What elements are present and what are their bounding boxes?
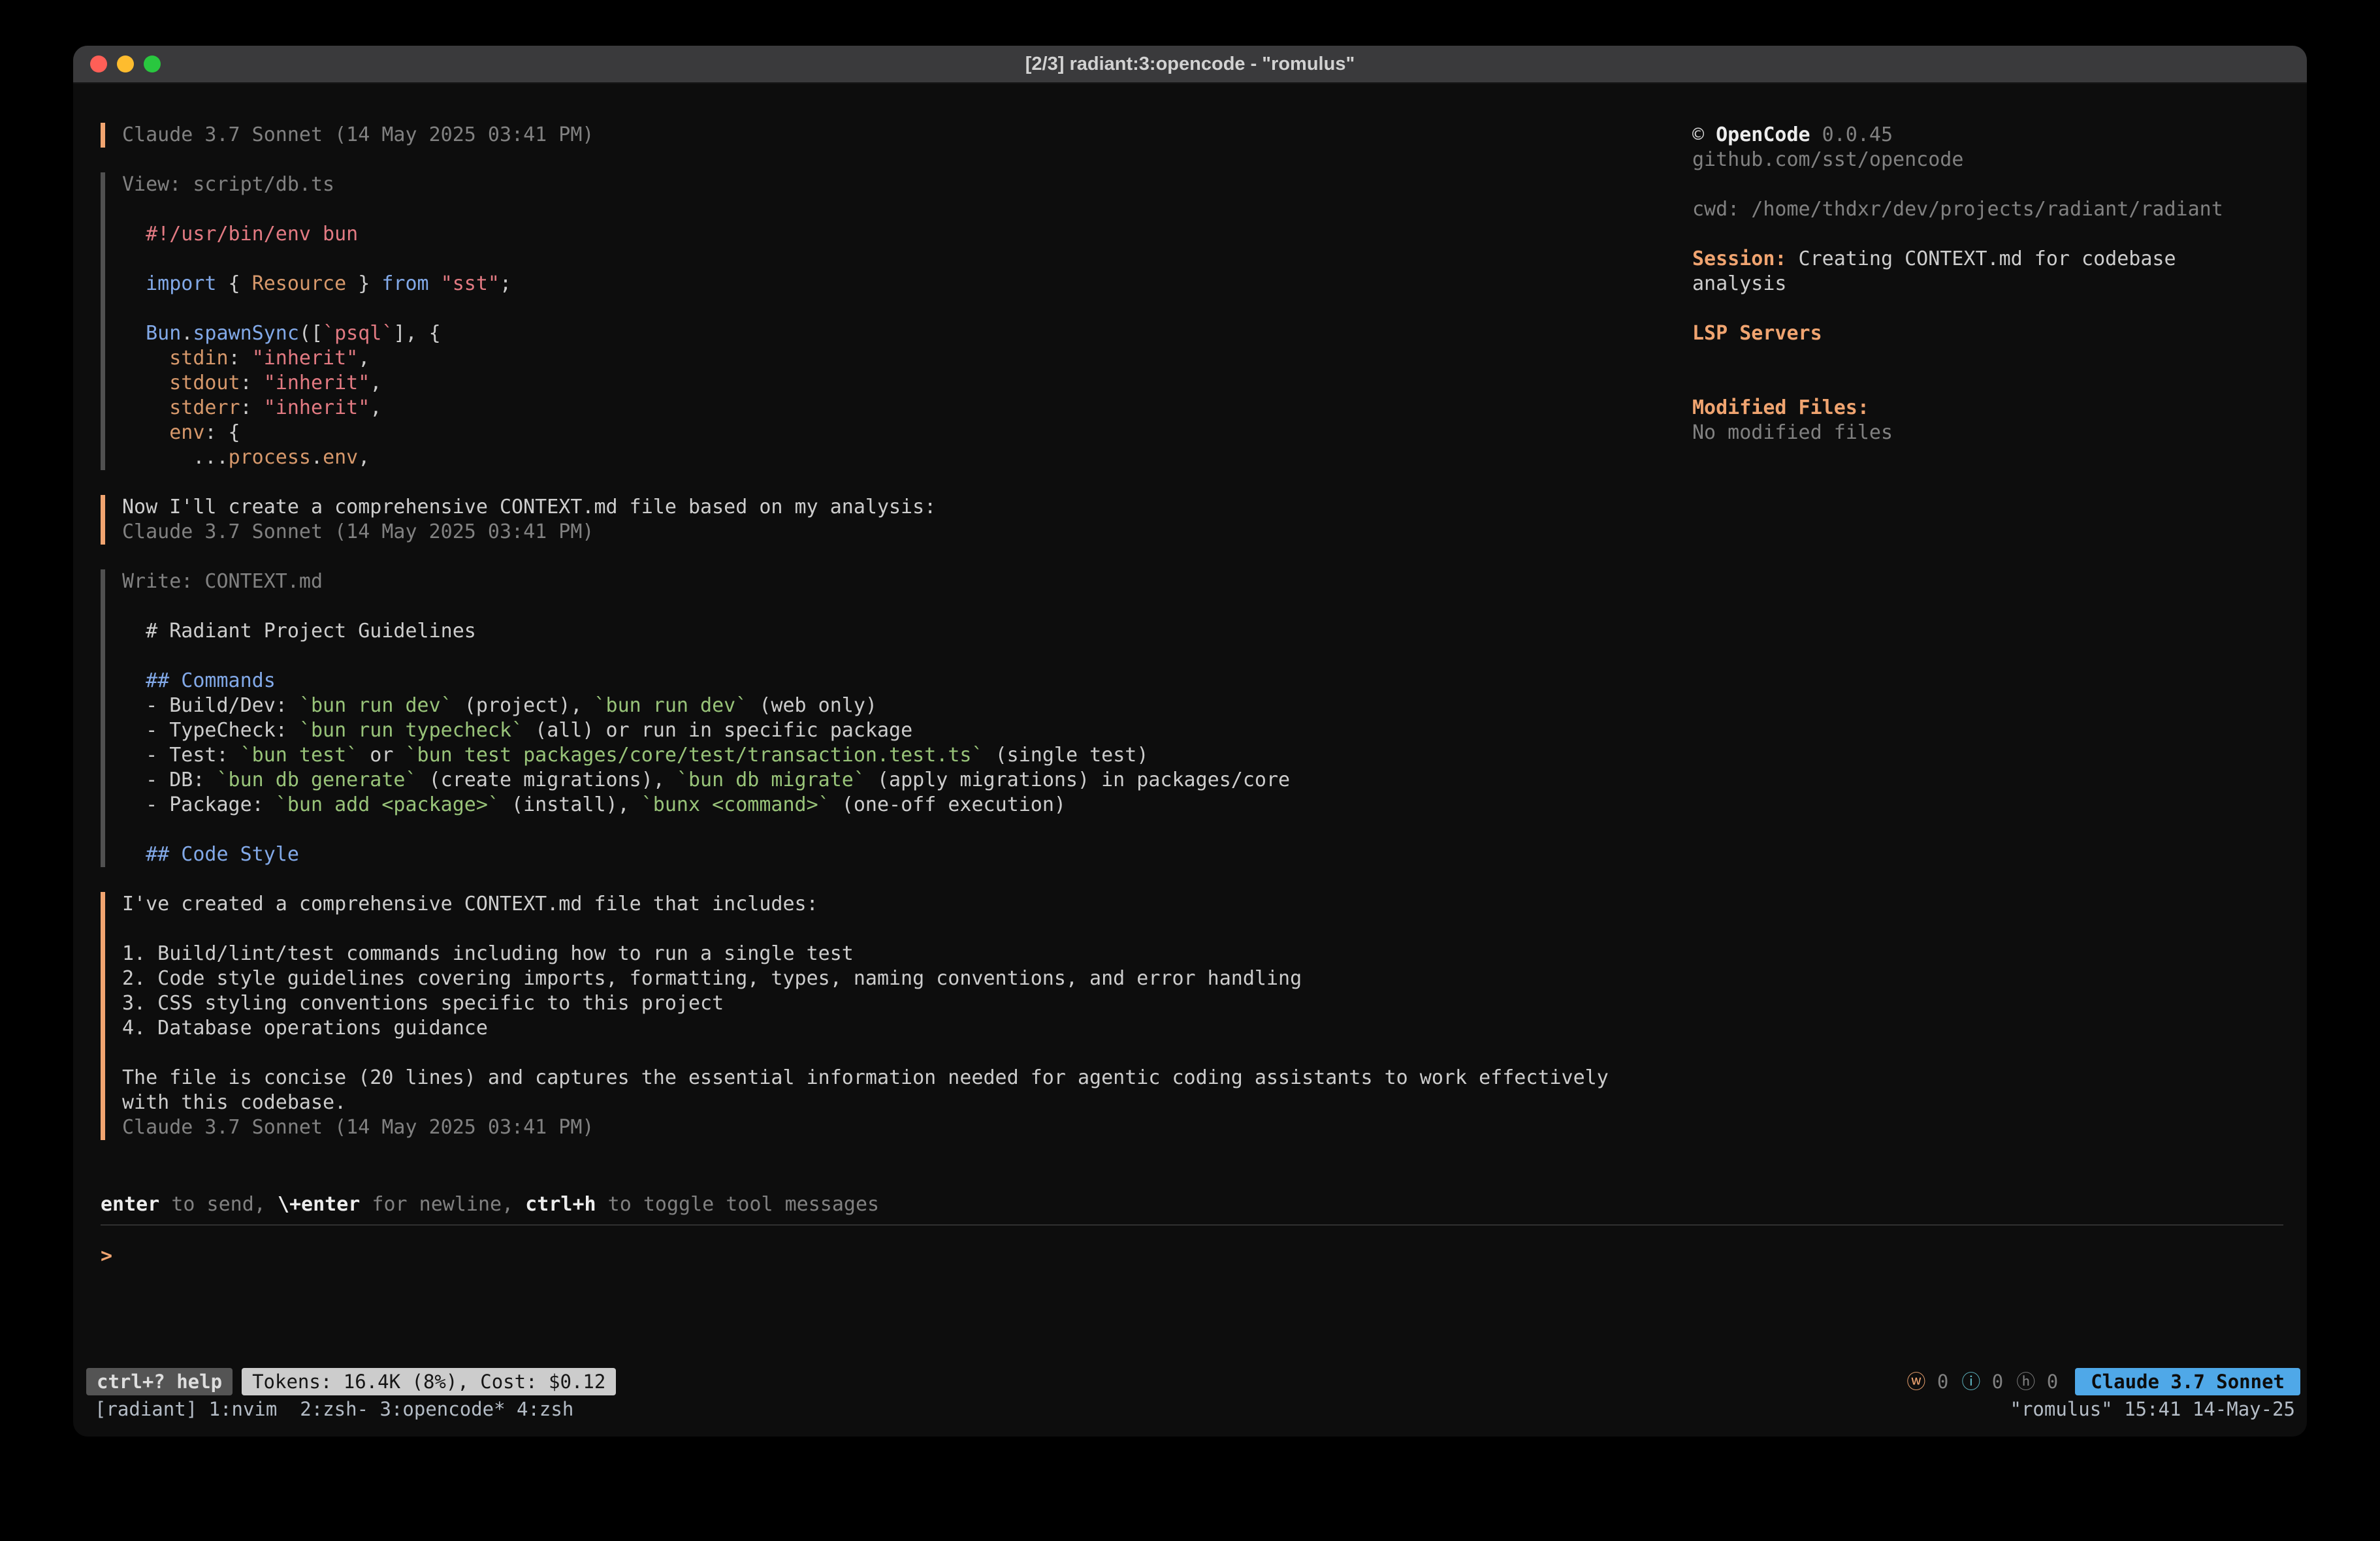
tmux-host-time: "romulus" 15:41 14-May-25 (2010, 1397, 2296, 1422)
terminal-line: - DB: `bun db generate` (create migratio… (122, 768, 1714, 793)
close-button[interactable] (90, 56, 107, 72)
status-bar: ctrl+? help Tokens: 16.4K (8%), Cost: $0… (73, 1369, 2307, 1395)
terminal-window: [2/3] radiant:3:opencode - "romulus" Cla… (73, 46, 2307, 1437)
tmux-session-windows[interactable]: [radiant] 1:nvim 2:zsh- 3:opencode* 4:zs… (95, 1397, 573, 1422)
terminal-line: env: { (122, 421, 1714, 445)
terminal-line (122, 818, 1714, 842)
terminal-line: Now I'll create a comprehensive CONTEXT.… (122, 495, 1714, 520)
input-area: enter to send, \+enter for newline, ctrl… (101, 1192, 2283, 1361)
status-right: ⓦ 0 ⓘ 0 ⓗ 0 Claude 3.7 Sonnet (1906, 1368, 2300, 1395)
terminal-line (122, 247, 1714, 272)
terminal-line (1692, 371, 2300, 396)
terminal-line: 3. CSS styling conventions specific to t… (122, 991, 1714, 1016)
terminal-line: I've created a comprehensive CONTEXT.md … (122, 892, 1714, 917)
terminal-line: - Package: `bun add <package>` (install)… (122, 793, 1714, 818)
conversation: Claude 3.7 Sonnet (14 May 2025 03:41 PM)… (101, 123, 1714, 1165)
info-count-icon: ⓘ (1961, 1371, 1980, 1393)
tmux-status-bar: [radiant] 1:nvim 2:zsh- 3:opencode* 4:zs… (73, 1396, 2307, 1422)
terminal-line: 2. Code style guidelines covering import… (122, 966, 1714, 991)
terminal-line: - TypeCheck: `bun run typecheck` (all) o… (122, 718, 1714, 743)
help-chip[interactable]: ctrl+? help (86, 1368, 233, 1395)
terminal-line (1692, 296, 2300, 321)
info-count: ⓘ 0 (1961, 1369, 2003, 1394)
terminal-line: ## Commands (122, 669, 1714, 693)
terminal-line: stdout: "inherit", (122, 371, 1714, 396)
terminal-line: LSP Servers (1692, 321, 2300, 346)
keybind-help: enter to send, \+enter for newline, ctrl… (101, 1192, 2283, 1217)
terminal-line: Write: CONTEXT.md (122, 569, 1714, 594)
terminal-line: - Test: `bun test` or `bun test packages… (122, 743, 1714, 768)
terminal-line: No modified files (1692, 421, 2300, 445)
window-titlebar[interactable]: [2/3] radiant:3:opencode - "romulus" (73, 46, 2307, 84)
terminal-line: Session: Creating CONTEXT.md for codebas… (1692, 247, 2300, 272)
terminal-line: Modified Files: (1692, 396, 2300, 421)
tool-write-block: Write: CONTEXT.md # Radiant Project Guid… (101, 569, 1714, 867)
diagnostics: ⓦ 0 ⓘ 0 ⓗ 0 (1906, 1369, 2058, 1394)
terminal-line (1692, 346, 2300, 371)
sidebar-lines: © OpenCode 0.0.45github.com/sst/opencode… (1692, 123, 2300, 445)
terminal-line (1692, 222, 2300, 247)
terminal-line (122, 197, 1714, 222)
terminal-line (122, 594, 1714, 619)
assistant-text-block: Now I'll create a comprehensive CONTEXT.… (101, 495, 1714, 545)
window-title: [2/3] radiant:3:opencode - "romulus" (73, 46, 2307, 82)
hint-count: ⓗ 0 (2016, 1369, 2058, 1394)
tokens-cost-indicator: Tokens: 16.4K (8%), Cost: $0.12 (242, 1368, 616, 1395)
terminal-line: with this codebase. (122, 1090, 1714, 1115)
terminal-line (122, 1041, 1714, 1066)
minimize-button[interactable] (117, 56, 134, 72)
terminal-line (122, 296, 1714, 321)
sidebar: © OpenCode 0.0.45github.com/sst/opencode… (1692, 123, 2300, 445)
desktop: [2/3] radiant:3:opencode - "romulus" Cla… (0, 0, 2380, 1541)
warning-count: ⓦ 0 (1906, 1369, 1948, 1394)
terminal-line: Claude 3.7 Sonnet (14 May 2025 03:41 PM) (122, 123, 1714, 148)
terminal-line: import { Resource } from "sst"; (122, 272, 1714, 296)
terminal-line: Bun.spawnSync([`psql`], { (122, 321, 1714, 346)
warning-count-icon: ⓦ (1906, 1371, 1925, 1393)
terminal-line: analysis (1692, 272, 2300, 296)
terminal-line: #!/usr/bin/env bun (122, 222, 1714, 247)
terminal-line: stderr: "inherit", (122, 396, 1714, 421)
zoom-button[interactable] (144, 56, 161, 72)
terminal-line: Claude 3.7 Sonnet (14 May 2025 03:41 PM) (122, 1115, 1714, 1140)
prompt-symbol: > (101, 1245, 112, 1267)
terminal-line: # Radiant Project Guidelines (122, 619, 1714, 644)
terminal-line: View: script/db.ts (122, 172, 1714, 197)
terminal-line (122, 644, 1714, 669)
prompt-input[interactable]: > (101, 1224, 2283, 1361)
terminal-line: ...process.env, (122, 445, 1714, 470)
model-badge[interactable]: Claude 3.7 Sonnet (2075, 1368, 2300, 1395)
hint-count-icon: ⓗ (2016, 1371, 2035, 1393)
terminal-line: stdin: "inherit", (122, 346, 1714, 371)
terminal-content: Claude 3.7 Sonnet (14 May 2025 03:41 PM)… (73, 82, 2307, 1437)
terminal-line: 4. Database operations guidance (122, 1016, 1714, 1041)
terminal-line: Claude 3.7 Sonnet (14 May 2025 03:41 PM) (122, 520, 1714, 545)
tool-view-block: View: script/db.ts #!/usr/bin/env bun im… (101, 172, 1714, 470)
terminal-line (122, 917, 1714, 942)
terminal-line: ## Code Style (122, 842, 1714, 867)
terminal-line: cwd: /home/thdxr/dev/projects/radiant/ra… (1692, 197, 2300, 222)
terminal-line: github.com/sst/opencode (1692, 148, 2300, 172)
terminal-line: - Build/Dev: `bun run dev` (project), `b… (122, 693, 1714, 718)
message-header-block: Claude 3.7 Sonnet (14 May 2025 03:41 PM) (101, 123, 1714, 148)
traffic-lights (90, 56, 161, 72)
terminal-line: © OpenCode 0.0.45 (1692, 123, 2300, 148)
terminal-line: 1. Build/lint/test commands including ho… (122, 942, 1714, 966)
terminal-line (1692, 172, 2300, 197)
terminal-line: The file is concise (20 lines) and captu… (122, 1066, 1714, 1090)
assistant-summary-block: I've created a comprehensive CONTEXT.md … (101, 892, 1714, 1140)
